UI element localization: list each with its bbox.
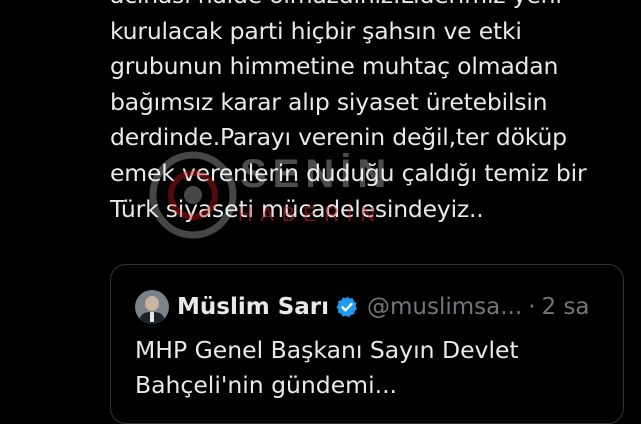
quoted-tweet-card[interactable]: Müslim Sarı @muslimsa... · 2 sa MHP Gene…	[110, 264, 624, 424]
avatar[interactable]	[135, 290, 169, 324]
quoted-timestamp[interactable]: 2 sa	[542, 294, 590, 320]
separator-dot: ·	[528, 294, 536, 320]
verified-badge-icon	[336, 296, 358, 318]
tweet-text: acınası halde olmazdınız.Liderimiz yeni …	[110, 0, 587, 223]
quoted-author-name[interactable]: Müslim Sarı	[177, 294, 329, 320]
quoted-author-handle[interactable]: @muslimsa...	[367, 294, 522, 320]
quoted-tweet-text: MHP Genel Başkanı Sayın Devlet Bahçeli'n…	[135, 336, 519, 399]
quoted-tweet-header: Müslim Sarı @muslimsa... · 2 sa	[135, 289, 590, 325]
